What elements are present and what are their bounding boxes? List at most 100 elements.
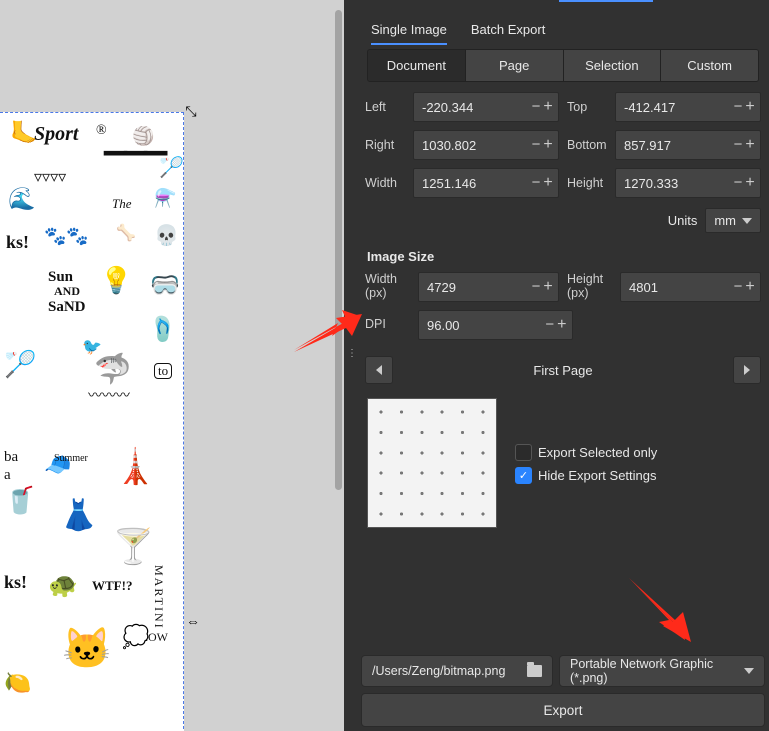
label-left: Left (365, 100, 405, 114)
inc-icon[interactable]: + (744, 274, 756, 300)
doodle-text: AND (54, 285, 80, 298)
area-mode-tabs: Document Page Selection Custom (367, 49, 759, 82)
inc-icon[interactable]: + (542, 170, 554, 196)
dimension-properties: Left -220.344 −+ Top -412.417 −+ Right 1… (357, 92, 769, 206)
output-path-text: /Users/Zeng/bitmap.png (372, 664, 505, 678)
export-button[interactable]: Export (361, 693, 765, 727)
inc-icon[interactable]: + (744, 170, 756, 196)
doodle-text: SaND (48, 299, 86, 316)
output-path-button[interactable]: /Users/Zeng/bitmap.png (361, 655, 553, 687)
chevron-down-icon (744, 668, 754, 674)
dec-icon[interactable]: − (544, 312, 556, 338)
heading-image-size: Image Size (367, 249, 759, 264)
export-bottom-bar: /Users/Zeng/bitmap.png Portable Network … (357, 655, 769, 731)
label-width: Width (365, 176, 405, 190)
checkbox-hide-export-settings[interactable]: ✓ Hide Export Settings (515, 467, 657, 484)
input-height[interactable]: 1270.333 −+ (615, 168, 761, 198)
tab-batch-export[interactable]: Batch Export (471, 22, 545, 45)
checkbox-export-selected-only[interactable]: Export Selected only (515, 444, 657, 461)
doodle-text: MEOW (130, 631, 168, 644)
dec-icon[interactable]: − (732, 132, 744, 158)
input-right[interactable]: 1030.802 −+ (413, 130, 559, 160)
label-width-px: Width (px) (365, 273, 410, 301)
units-select[interactable]: mm (705, 208, 761, 233)
input-top-value[interactable]: -412.417 (616, 93, 728, 121)
input-width-px[interactable]: 4729 −+ (418, 272, 559, 302)
doodle-text: Summer (54, 453, 88, 464)
label-dpi: DPI (365, 318, 410, 332)
dec-icon[interactable]: − (732, 274, 744, 300)
label-height-px: Height (px) (567, 273, 612, 301)
doodle-text: MARTINI (152, 565, 165, 630)
mode-document[interactable]: Document (368, 50, 466, 81)
doodle-text: Sun (48, 269, 73, 286)
inc-icon[interactable]: + (542, 94, 554, 120)
resize-handle-corner[interactable]: ⤡ (184, 104, 198, 118)
input-right-value[interactable]: 1030.802 (414, 131, 526, 159)
dec-icon[interactable]: − (732, 94, 744, 120)
image-size-properties: Width (px) 4729 −+ Height (px) 4801 −+ D… (357, 272, 769, 348)
mode-custom[interactable]: Custom (661, 50, 758, 81)
input-top[interactable]: -412.417 −+ (615, 92, 761, 122)
mode-selection[interactable]: Selection (564, 50, 662, 81)
resize-handle-side[interactable]: ⇔ (186, 614, 200, 628)
output-format-text: Portable Network Graphic (*.png) (570, 657, 744, 685)
tab-single-image[interactable]: Single Image (371, 22, 447, 45)
label-height: Height (567, 176, 607, 190)
input-height-px-value[interactable]: 4801 (621, 273, 728, 301)
document-artboard[interactable]: Sport ® 🦶 🏐 ▔▔▔ 🏸 ▿▿▿▿ The 🌊 ⚗️ ks! 🐾🐾 🦴… (0, 112, 184, 731)
label-top: Top (567, 100, 607, 114)
folder-icon (527, 665, 542, 677)
dec-icon[interactable]: − (530, 170, 542, 196)
checkbox-box-icon: ✓ (515, 467, 532, 484)
gutter-grip-icon: ⋮ (347, 352, 354, 356)
inc-icon[interactable]: + (542, 274, 554, 300)
label-units: Units (668, 213, 698, 228)
canvas-area[interactable]: Sport ® 🦶 🏐 ▔▔▔ 🏸 ▿▿▿▿ The 🌊 ⚗️ ks! 🐾🐾 🦴… (0, 0, 344, 731)
dec-icon[interactable]: − (732, 170, 744, 196)
mode-page[interactable]: Page (466, 50, 564, 81)
inc-icon[interactable]: + (542, 132, 554, 158)
inc-icon[interactable]: + (744, 94, 756, 120)
doodle-text: Sport (34, 123, 78, 145)
preview-row: Export Selected only ✓ Hide Export Setti… (367, 398, 759, 528)
checkbox-label: Hide Export Settings (538, 468, 657, 483)
artwork-doodles: Sport ® 🦶 🏐 ▔▔▔ 🏸 ▿▿▿▿ The 🌊 ⚗️ ks! 🐾🐾 🦴… (4, 117, 179, 729)
label-right: Right (365, 138, 405, 152)
input-height-value[interactable]: 1270.333 (616, 169, 728, 197)
export-options: Export Selected only ✓ Hide Export Setti… (515, 444, 657, 484)
pager-prev-button[interactable] (365, 356, 393, 384)
export-sub-tabs: Single Image Batch Export (357, 14, 769, 45)
dec-icon[interactable]: − (530, 94, 542, 120)
active-top-tab-indicator (559, 0, 653, 2)
canvas-scrollbar[interactable] (335, 10, 342, 490)
input-bottom[interactable]: 857.917 −+ (615, 130, 761, 160)
input-dpi-value[interactable]: 96.00 (419, 311, 540, 339)
export-panel: Single Image Batch Export Document Page … (357, 0, 769, 731)
inc-icon[interactable]: + (744, 132, 756, 158)
label-bottom: Bottom (567, 138, 607, 152)
page-pager: First Page (365, 356, 761, 384)
input-height-px[interactable]: 4801 −+ (620, 272, 761, 302)
pager-next-button[interactable] (733, 356, 761, 384)
export-preview-thumbnail (367, 398, 497, 528)
pager-title: First Page (401, 363, 725, 378)
input-width[interactable]: 1251.146 −+ (413, 168, 559, 198)
chevron-down-icon (742, 218, 752, 224)
dec-icon[interactable]: − (530, 132, 542, 158)
input-dpi[interactable]: 96.00 −+ (418, 310, 573, 340)
triangle-right-icon (744, 365, 750, 375)
input-width-value[interactable]: 1251.146 (414, 169, 526, 197)
checkbox-box-icon (515, 444, 532, 461)
doodle-text: ks! (4, 573, 27, 593)
output-format-select[interactable]: Portable Network Graphic (*.png) (559, 655, 765, 687)
input-width-px-value[interactable]: 4729 (419, 273, 526, 301)
dec-icon[interactable]: − (530, 274, 542, 300)
input-bottom-value[interactable]: 857.917 (616, 131, 728, 159)
checkbox-label: Export Selected only (538, 445, 657, 460)
panel-gutter[interactable]: ⋮ (344, 0, 357, 731)
inc-icon[interactable]: + (556, 312, 568, 338)
doodle-text: WTF!? (92, 579, 132, 593)
input-left-value[interactable]: -220.344 (414, 93, 526, 121)
input-left[interactable]: -220.344 −+ (413, 92, 559, 122)
